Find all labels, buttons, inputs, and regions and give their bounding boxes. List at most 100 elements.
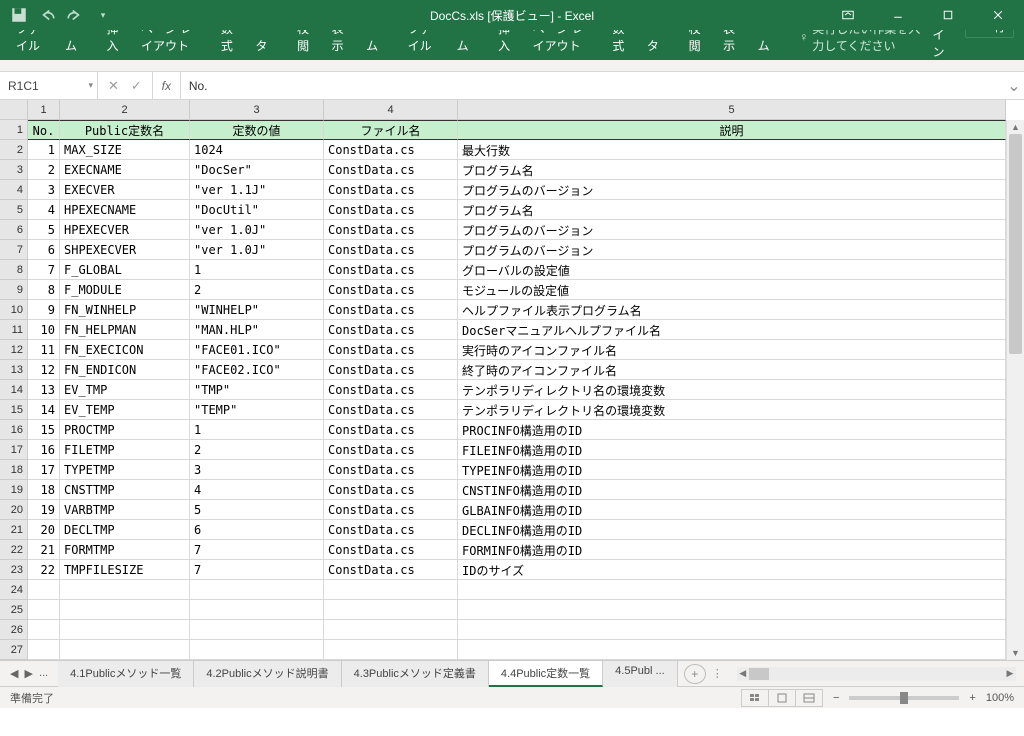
row-header[interactable]: 27 <box>0 640 27 660</box>
tab-split-icon[interactable]: ⋮ <box>706 667 729 680</box>
table-cell[interactable]: EXECVER <box>60 180 190 200</box>
empty-cell[interactable] <box>28 620 60 640</box>
table-cell[interactable]: 2 <box>190 280 324 300</box>
table-cell[interactable]: テンポラリディレクトリ名の環境変数 <box>458 380 1006 400</box>
normal-view-icon[interactable] <box>741 689 769 707</box>
zoom-in-button[interactable]: + <box>969 692 975 704</box>
qat-customize-icon[interactable]: ▾ <box>94 6 112 24</box>
empty-cell[interactable] <box>60 620 190 640</box>
table-cell[interactable]: ConstData.cs <box>324 460 458 480</box>
enter-formula-icon[interactable]: ✓ <box>131 78 142 94</box>
table-cell[interactable]: FN_HELPMAN <box>60 320 190 340</box>
table-cell[interactable]: "TEMP" <box>190 400 324 420</box>
row-header[interactable]: 2 <box>0 140 27 160</box>
table-cell[interactable]: 終了時のアイコンファイル名 <box>458 360 1006 380</box>
table-cell[interactable]: PROCTMP <box>60 420 190 440</box>
vertical-scrollbar[interactable]: ▲ ▼ <box>1006 120 1024 660</box>
empty-cell[interactable] <box>60 640 190 660</box>
row-header[interactable]: 6 <box>0 220 27 240</box>
table-cell[interactable]: DECLTMP <box>60 520 190 540</box>
row-header[interactable]: 24 <box>0 580 27 600</box>
table-cell[interactable]: CNSTINFO構造用のID <box>458 480 1006 500</box>
row-header[interactable]: 8 <box>0 260 27 280</box>
table-cell[interactable]: 8 <box>28 280 60 300</box>
row-header[interactable]: 20 <box>0 500 27 520</box>
row-header[interactable]: 7 <box>0 240 27 260</box>
sheet-tab[interactable]: 4.1Publicメソッド一覧 <box>58 661 194 687</box>
table-cell[interactable]: "ver 1.0J" <box>190 220 324 240</box>
empty-cell[interactable] <box>324 580 458 600</box>
table-cell[interactable]: 5 <box>190 500 324 520</box>
empty-cell[interactable] <box>324 600 458 620</box>
table-cell[interactable]: テンポラリディレクトリ名の環境変数 <box>458 400 1006 420</box>
table-cell[interactable]: ConstData.cs <box>324 200 458 220</box>
undo-icon[interactable] <box>38 6 56 24</box>
table-cell[interactable]: VARBTMP <box>60 500 190 520</box>
table-cell[interactable]: TYPEINFO構造用のID <box>458 460 1006 480</box>
table-cell[interactable]: ConstData.cs <box>324 180 458 200</box>
table-cell[interactable]: 3 <box>28 180 60 200</box>
table-cell[interactable]: FILETMP <box>60 440 190 460</box>
empty-cell[interactable] <box>28 580 60 600</box>
row-header[interactable]: 15 <box>0 400 27 420</box>
horizontal-scrollbar[interactable]: ◀ ▶ <box>737 667 1016 681</box>
empty-cell[interactable] <box>28 600 60 620</box>
table-cell[interactable]: プログラム名 <box>458 160 1006 180</box>
empty-cell[interactable] <box>28 640 60 660</box>
table-cell[interactable]: 22 <box>28 560 60 580</box>
sheet-tab[interactable]: 4.3Publicメソッド定義書 <box>342 661 489 687</box>
row-header[interactable]: 4 <box>0 180 27 200</box>
table-cell[interactable]: "FACE02.ICO" <box>190 360 324 380</box>
chevron-down-icon[interactable]: ▾ <box>88 80 93 91</box>
table-cell[interactable]: ConstData.cs <box>324 500 458 520</box>
table-cell[interactable]: ConstData.cs <box>324 540 458 560</box>
table-cell[interactable]: プログラムのバージョン <box>458 180 1006 200</box>
zoom-level[interactable]: 100% <box>986 692 1014 704</box>
empty-cell[interactable] <box>190 640 324 660</box>
cancel-formula-icon[interactable]: ✕ <box>108 78 119 94</box>
table-cell[interactable]: プログラム名 <box>458 200 1006 220</box>
table-cell[interactable]: FILEINFO構造用のID <box>458 440 1006 460</box>
table-cell[interactable]: "DocUtil" <box>190 200 324 220</box>
table-cell[interactable]: 1 <box>190 420 324 440</box>
table-cell[interactable]: SHPEXECVER <box>60 240 190 260</box>
row-header[interactable]: 17 <box>0 440 27 460</box>
table-cell[interactable]: 2 <box>28 160 60 180</box>
table-cell[interactable]: 16 <box>28 440 60 460</box>
page-layout-view-icon[interactable] <box>768 689 796 707</box>
col-header[interactable]: 3 <box>190 100 324 119</box>
row-header[interactable]: 21 <box>0 520 27 540</box>
table-cell[interactable]: 4 <box>28 200 60 220</box>
page-break-view-icon[interactable] <box>795 689 823 707</box>
table-cell[interactable]: ConstData.cs <box>324 160 458 180</box>
table-cell[interactable]: 15 <box>28 420 60 440</box>
table-cell[interactable]: ヘルプファイル表示プログラム名 <box>458 300 1006 320</box>
table-header[interactable]: Public定数名 <box>60 120 190 140</box>
table-cell[interactable]: EV_TMP <box>60 380 190 400</box>
table-cell[interactable]: ConstData.cs <box>324 300 458 320</box>
empty-cell[interactable] <box>324 620 458 640</box>
table-cell[interactable]: 19 <box>28 500 60 520</box>
table-cell[interactable]: TMPFILESIZE <box>60 560 190 580</box>
row-header[interactable]: 12 <box>0 340 27 360</box>
table-cell[interactable]: 9 <box>28 300 60 320</box>
sheet-tab[interactable]: 4.2Publicメソッド説明書 <box>194 661 341 687</box>
row-header[interactable]: 26 <box>0 620 27 640</box>
table-cell[interactable]: ConstData.cs <box>324 240 458 260</box>
empty-cell[interactable] <box>190 580 324 600</box>
row-header[interactable]: 14 <box>0 380 27 400</box>
col-header[interactable]: 4 <box>324 100 458 119</box>
table-cell[interactable]: DocSerマニュアルヘルプファイル名 <box>458 320 1006 340</box>
table-cell[interactable]: 18 <box>28 480 60 500</box>
table-cell[interactable]: FORMINFO構造用のID <box>458 540 1006 560</box>
table-cell[interactable]: FN_WINHELP <box>60 300 190 320</box>
fx-icon[interactable]: fx <box>153 72 181 99</box>
table-cell[interactable]: DECLINFO構造用のID <box>458 520 1006 540</box>
table-cell[interactable]: プログラムのバージョン <box>458 220 1006 240</box>
table-cell[interactable]: PROCINFO構造用のID <box>458 420 1006 440</box>
scroll-left-icon[interactable]: ◀ <box>737 667 749 681</box>
table-cell[interactable]: 7 <box>190 560 324 580</box>
zoom-out-button[interactable]: − <box>833 692 839 704</box>
table-cell[interactable]: TYPETMP <box>60 460 190 480</box>
table-cell[interactable]: 13 <box>28 380 60 400</box>
